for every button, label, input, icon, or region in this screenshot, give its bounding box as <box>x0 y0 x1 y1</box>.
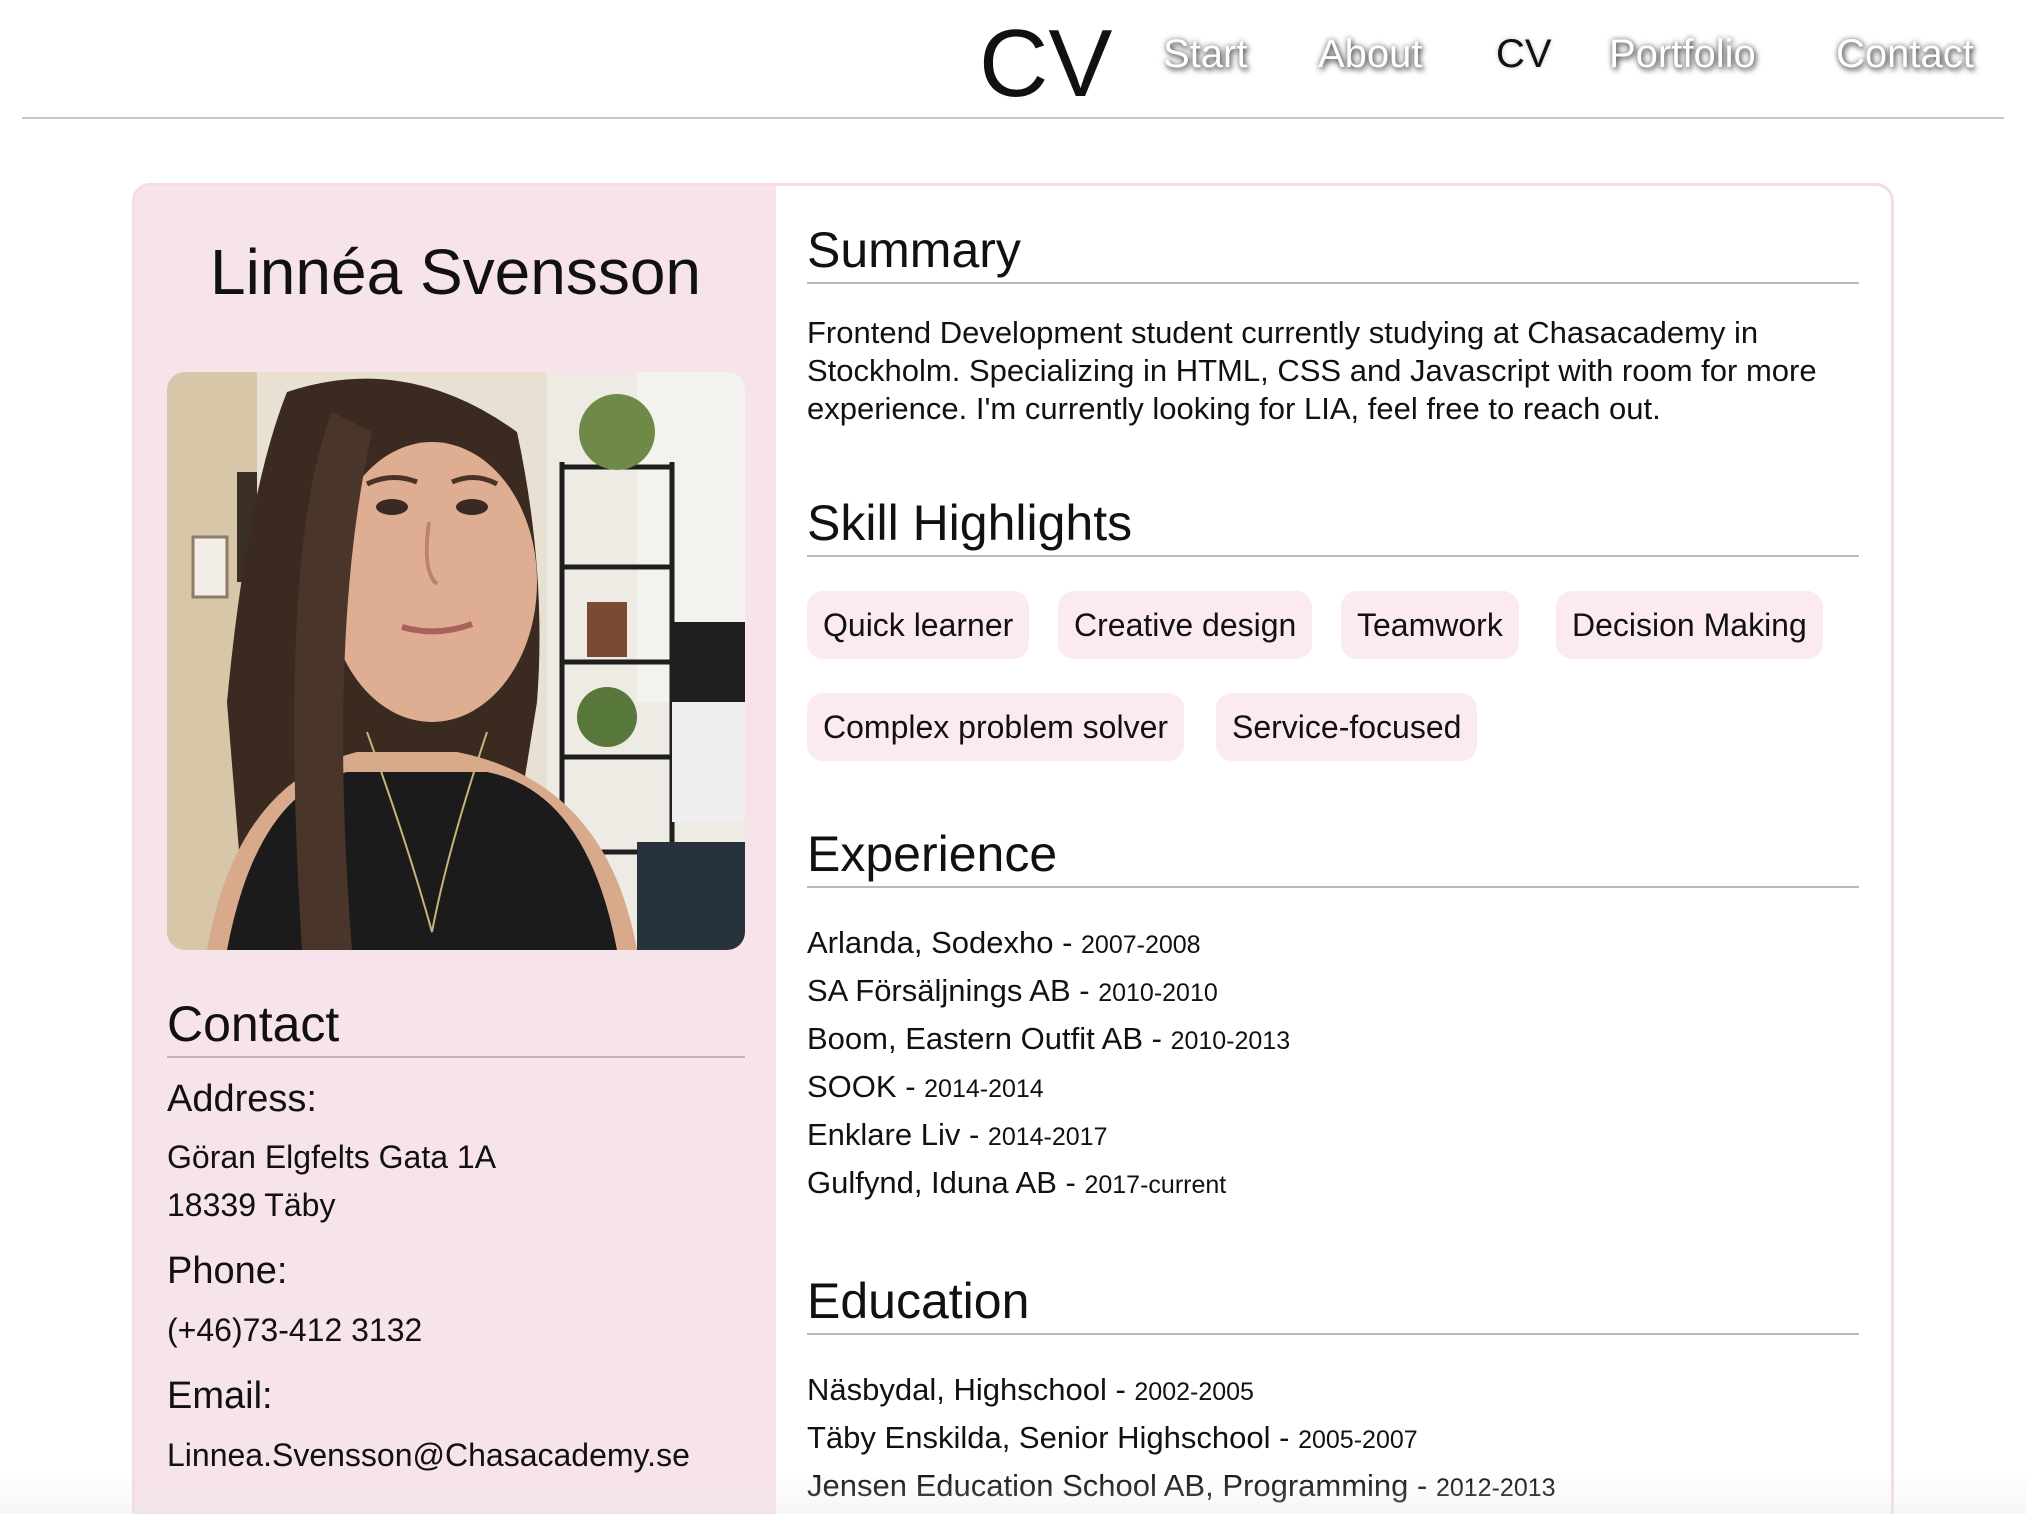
experience-item: Arlanda, Sodexho - 2007-2008 <box>807 925 1201 960</box>
skill-chip: Service-focused <box>1216 693 1478 761</box>
address-line-1: Göran Elgfelts Gata 1A <box>167 1139 497 1175</box>
nav-contact[interactable]: Contact <box>1836 30 1974 78</box>
experience-years: 2010-2013 <box>1170 1027 1291 1055</box>
profile-photo-illustration <box>167 372 745 950</box>
nav-portfolio[interactable]: Portfolio <box>1609 30 1756 78</box>
phone-label: Phone: <box>167 1250 288 1292</box>
nav-cv[interactable]: CV <box>1496 30 1552 78</box>
education-heading: Education <box>807 1271 1859 1335</box>
experience-place: SOOK <box>807 1069 897 1104</box>
experience-years: 2014-2014 <box>924 1075 1044 1103</box>
person-name: Linnéa Svensson <box>209 236 702 308</box>
education-years: 2012-2013 <box>1435 1474 1556 1502</box>
experience-place: SA Försäljnings AB <box>807 973 1071 1008</box>
education-place: Täby Enskilda, Senior Highschool <box>807 1420 1271 1455</box>
experience-item: Boom, Eastern Outfit AB - 2010-2013 <box>807 1021 1291 1056</box>
profile-photo <box>167 372 745 950</box>
experience-item: SA Försäljnings AB - 2010-2010 <box>807 973 1218 1008</box>
skill-chip: Teamwork <box>1341 591 1519 659</box>
nav-about[interactable]: About <box>1318 30 1423 78</box>
education-years: 2002-2005 <box>1134 1378 1254 1406</box>
cv-card: Linnéa Svensson Contact Address: Göran E… <box>132 183 1894 1514</box>
email-value[interactable]: Linnea.Svensson@Chasacademy.se <box>167 1431 690 1479</box>
experience-years: 2010-2010 <box>1098 979 1218 1007</box>
education-place: Näsbydal, Highschool <box>807 1372 1107 1407</box>
site-header: CV Start About CV Portfolio Contact <box>22 0 2004 119</box>
skill-chip: Decision Making <box>1556 591 1823 659</box>
experience-place: Enklare Liv <box>807 1117 961 1152</box>
summary-heading: Summary <box>807 220 1859 284</box>
contact-heading: Contact <box>167 994 745 1058</box>
skills-heading: Skill Highlights <box>807 493 1859 557</box>
experience-years: 2007-2008 <box>1081 931 1201 959</box>
education-item: Jensen Education School AB, Programming … <box>807 1468 1556 1503</box>
education-years: 2005-2007 <box>1298 1426 1418 1454</box>
address-label: Address: <box>167 1078 317 1120</box>
education-item: Näsbydal, Highschool - 2002-2005 <box>807 1372 1254 1407</box>
summary-text: Frontend Development student currently s… <box>807 315 1817 426</box>
sidebar: Linnéa Svensson Contact Address: Göran E… <box>135 186 776 1514</box>
phone-value: (+46)73-412 3132 <box>167 1312 423 1348</box>
education-item: Täby Enskilda, Senior Highschool - 2005-… <box>807 1420 1418 1455</box>
experience-item: SOOK - 2014-2014 <box>807 1069 1044 1104</box>
experience-place: Boom, Eastern Outfit AB <box>807 1021 1143 1056</box>
experience-place: Arlanda, Sodexho <box>807 925 1054 960</box>
experience-item: Enklare Liv - 2014-2017 <box>807 1117 1108 1152</box>
experience-item: Gulfynd, Iduna AB - 2017-current <box>807 1165 1227 1200</box>
nav-start[interactable]: Start <box>1163 30 1247 78</box>
skill-chip: Complex problem solver <box>807 693 1185 761</box>
skill-chip: Creative design <box>1058 591 1313 659</box>
experience-heading: Experience <box>807 824 1859 888</box>
email-label: Email: <box>167 1375 273 1417</box>
education-place: Jensen Education School AB, Programming <box>807 1468 1409 1503</box>
experience-years: 2014-2017 <box>987 1123 1108 1151</box>
page-title: CV <box>979 10 1113 117</box>
address-line-2: 18339 Täby <box>167 1187 336 1223</box>
experience-years: 2017-current <box>1084 1171 1227 1199</box>
experience-place: Gulfynd, Iduna AB <box>807 1165 1057 1200</box>
skill-chip: Quick learner <box>807 591 1030 659</box>
